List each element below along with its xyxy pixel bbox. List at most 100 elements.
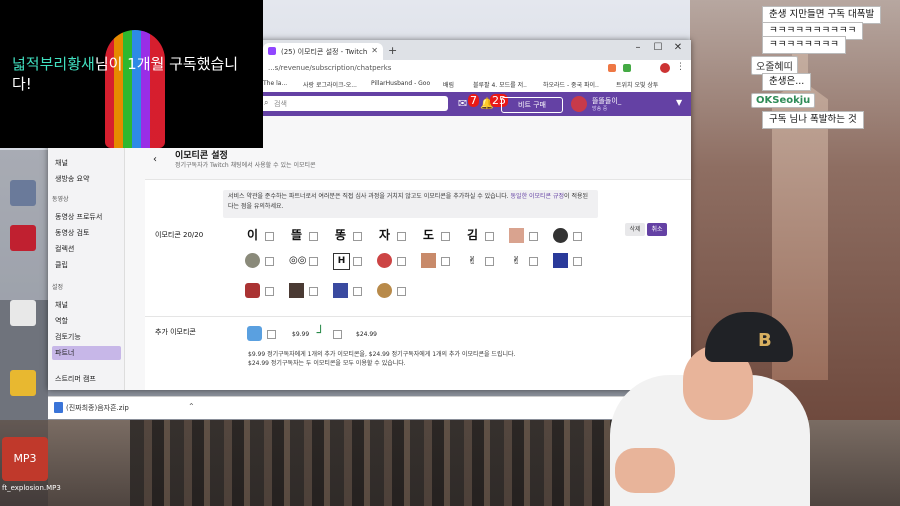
folder-icon[interactable] — [4, 370, 42, 398]
bookmark-item[interactable]: 하오라드 - 중국 파이.. — [543, 80, 599, 89]
sidebar-item-video-producer[interactable]: 동영상 프로듀서 — [52, 210, 121, 224]
emote-checkbox[interactable] — [309, 287, 318, 296]
extension-icon[interactable] — [608, 64, 616, 72]
minimize-button[interactable]: – — [628, 42, 648, 53]
emote-checkbox[interactable] — [485, 232, 494, 241]
menu-icon[interactable]: ⋮ — [676, 62, 685, 72]
page-subtitle: 정기구독자가 Twitch 채팅에서 사용할 수 있는 이모티콘 — [175, 162, 316, 169]
emote-checkbox[interactable] — [397, 287, 406, 296]
sidebar-item-stream-summary[interactable]: 생방송 요약 — [52, 172, 121, 186]
extra-emotes-label: 추가 이모티콘 — [155, 328, 196, 336]
emote-checkbox[interactable] — [529, 232, 538, 241]
emote[interactable]: 자 — [377, 228, 392, 243]
bookmark-item[interactable]: 사랑 로그라이크-오... — [303, 80, 357, 89]
extra-emote-icon[interactable] — [247, 326, 262, 341]
bookmark-item[interactable]: 트위치 오빛 상투 — [616, 80, 658, 89]
profile-icon[interactable] — [660, 63, 670, 73]
emote-checkbox[interactable] — [441, 232, 450, 241]
emote-checkbox[interactable] — [397, 257, 406, 266]
emote-checkbox[interactable] — [397, 232, 406, 241]
bookmark-item[interactable]: The la... — [263, 80, 287, 87]
policy-notice: 서비스 약관을 준수하는 파트너로서 여러분은 직접 심사 과정을 거치지 않고… — [223, 190, 598, 218]
face-emote-icon[interactable] — [377, 283, 392, 298]
new-tab-button[interactable]: + — [388, 44, 397, 57]
glasses-emote-icon[interactable]: ◎◎ — [289, 253, 306, 268]
close-icon[interactable]: ✕ — [371, 46, 378, 55]
figure-emote-icon[interactable] — [377, 253, 392, 268]
badge-emote-icon[interactable] — [333, 283, 348, 298]
desktop-shortcut[interactable] — [4, 180, 42, 208]
emote-checkbox[interactable] — [573, 257, 582, 266]
hand-emote-icon[interactable]: ✌ — [465, 253, 480, 268]
emote-checkbox[interactable] — [265, 232, 274, 241]
emote-checkbox[interactable] — [265, 287, 274, 296]
face-emote-icon[interactable] — [245, 253, 260, 268]
alert-text: 넓적부리황새님이 1개월 구독했습니다! — [12, 54, 257, 94]
emote[interactable]: 뜰 — [289, 228, 304, 243]
emote[interactable]: 도 — [421, 228, 436, 243]
emote[interactable]: 똥 — [333, 228, 348, 243]
desktop-shortcut[interactable] — [4, 300, 42, 328]
emote-checkbox[interactable] — [485, 257, 494, 266]
maximize-button[interactable]: ☐ — [648, 42, 668, 53]
face-emote-icon[interactable] — [421, 253, 436, 268]
sidebar-item-collections[interactable]: 컬렉션 — [52, 242, 121, 256]
chevron-up-icon[interactable]: ⌃ — [188, 402, 195, 411]
search-placeholder: 검색 — [274, 100, 287, 108]
sidebar: 채널 생방송 요약 동영상 동영상 프로듀서 동영상 검토 컬렉션 클립 설정 … — [48, 116, 125, 390]
photo-emote-icon[interactable] — [245, 283, 260, 298]
chevron-down-icon[interactable]: ▼ — [676, 98, 682, 107]
emote-checkbox[interactable] — [441, 257, 450, 266]
cancel-button[interactable]: 취소 — [647, 223, 667, 236]
sidebar-item-creator-camp[interactable]: 스트리머 캠프 — [52, 372, 121, 386]
emote-checkbox[interactable] — [353, 257, 362, 266]
avatar[interactable] — [571, 96, 587, 112]
search-input[interactable]: ⌕ 검색 — [260, 96, 448, 111]
emote[interactable]: 이 — [245, 228, 260, 243]
download-file-name[interactable]: (진짜최종)음자흔.zip — [66, 403, 129, 413]
flag-emote-icon[interactable] — [553, 253, 568, 268]
sidebar-item-partner[interactable]: 파트너 — [52, 346, 121, 360]
emote-checkbox[interactable] — [309, 257, 318, 266]
extra-price-tier2: $24.99 — [356, 331, 377, 338]
mp3-file-icon[interactable]: MP3 — [2, 437, 48, 481]
face-emote-icon[interactable] — [509, 228, 524, 243]
sidebar-item-video-review[interactable]: 동영상 검토 — [52, 226, 121, 240]
sidebar-item-moderation[interactable]: 검토기능 — [52, 330, 121, 344]
policy-link[interactable]: 동일한 이모티콘 규정 — [511, 193, 565, 200]
sidebar-item-channel[interactable]: 채널 — [52, 156, 121, 170]
desktop-shortcut[interactable] — [4, 225, 42, 253]
sidebar-item-settings-channel[interactable]: 채널 — [52, 298, 121, 312]
emote-checkbox[interactable] — [309, 232, 318, 241]
buy-bits-button[interactable]: 비트 구매 — [501, 97, 563, 113]
emote-checkbox[interactable] — [265, 257, 274, 266]
back-arrow-icon[interactable]: ‹ — [153, 154, 157, 165]
emote-checkbox[interactable] — [267, 330, 276, 339]
face-emote-icon[interactable] — [553, 228, 568, 243]
sidebar-item-roles[interactable]: 역할 — [52, 314, 121, 328]
emote-checkbox[interactable] — [529, 257, 538, 266]
emote-checkbox[interactable] — [573, 232, 582, 241]
close-window-button[interactable]: ✕ — [668, 42, 688, 53]
bookmark-item[interactable]: PillarHusband - Goo — [371, 80, 430, 87]
kanji-emote-icon[interactable]: H — [333, 253, 350, 270]
sidebar-item-clips[interactable]: 클립 — [52, 258, 121, 272]
inbox-icon[interactable]: ✉ — [458, 97, 467, 110]
alert-username: 넓적부리황새 — [12, 55, 95, 73]
extension-icon[interactable] — [623, 64, 631, 72]
inbox-badge: 7 — [468, 94, 479, 107]
emote-checkbox[interactable] — [353, 232, 362, 241]
emote-checkbox[interactable] — [333, 330, 342, 339]
hand-emote-icon[interactable]: ✌ — [509, 253, 524, 268]
browser-tab[interactable]: (25) 이모티콘 설정 - Twitch ✕ — [263, 43, 383, 60]
bookmark-item[interactable]: 블루팔 4. 모드를 저.. — [473, 80, 527, 89]
photo-emote-icon[interactable] — [289, 283, 304, 298]
background-crowd — [130, 420, 650, 506]
bookmark-item[interactable]: 배림 — [443, 80, 454, 89]
extra-emote-icon[interactable]: ┘ — [313, 326, 328, 341]
chat-username: OKSeokju — [751, 93, 816, 108]
emote[interactable]: 김 — [465, 228, 480, 243]
emote-checkbox[interactable] — [353, 287, 362, 296]
extra-desc-line: $24.99 정기구독자는 두 이모티콘을 모두 이용할 수 있습니다. — [248, 360, 406, 367]
delete-button[interactable]: 삭제 — [625, 223, 645, 236]
